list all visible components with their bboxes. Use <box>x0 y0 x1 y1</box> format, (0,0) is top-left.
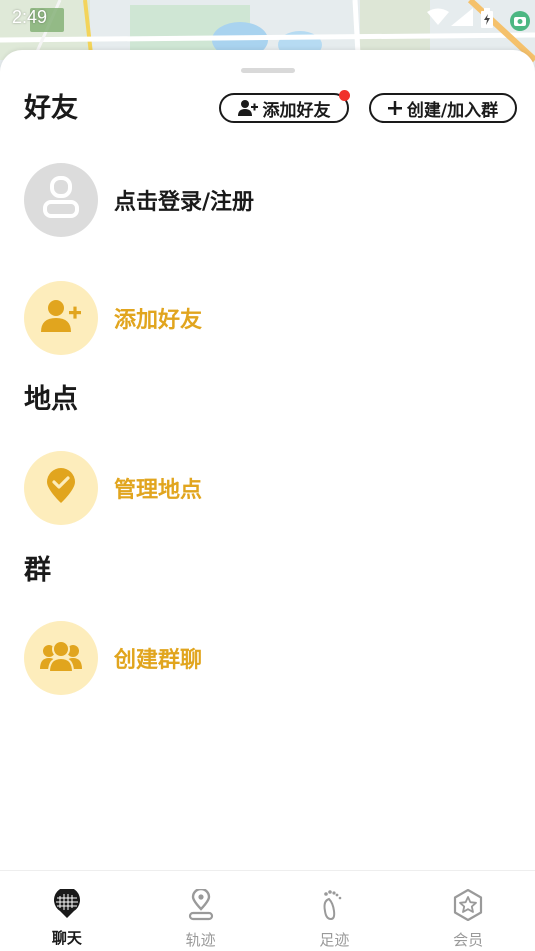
nav-label-membership: 会员 <box>453 931 484 949</box>
login-register-label: 点击登录/注册 <box>114 190 255 215</box>
nav-label-track: 轨迹 <box>185 931 216 949</box>
add-friend-button-label: 添加好友 <box>262 100 331 121</box>
drag-handle[interactable] <box>241 68 295 73</box>
add-friend-row-label: 添加好友 <box>114 308 203 333</box>
add-person-icon <box>41 299 81 337</box>
location-pin-icon <box>187 887 215 925</box>
battery-icon <box>480 8 494 32</box>
notification-dot <box>339 90 350 101</box>
nav-label-footprints: 足迹 <box>319 931 350 949</box>
camera-icon[interactable] <box>509 10 531 36</box>
create-join-group-button[interactable]: 创建/加入群 <box>369 93 517 123</box>
manage-places-row[interactable]: 管理地点 <box>24 451 202 525</box>
cellular-signal-icon <box>451 8 473 30</box>
add-friend-button[interactable]: 添加好友 <box>219 90 350 123</box>
footprints-icon <box>320 889 348 925</box>
nav-label-chat: 聊天 <box>51 929 82 947</box>
add-friend-circle <box>24 281 98 355</box>
bottom-navigation: 聊天 轨迹 足迹 会员 <box>0 870 535 951</box>
login-register-row[interactable]: 点击登录/注册 <box>24 163 254 237</box>
star-badge-icon <box>453 888 483 925</box>
manage-places-label: 管理地点 <box>114 478 203 503</box>
group-people-icon <box>40 640 82 676</box>
nav-item-footprints[interactable]: 足迹 <box>268 871 402 951</box>
add-friend-row[interactable]: 添加好友 <box>24 281 202 355</box>
places-section-title: 地点 <box>24 384 78 415</box>
nav-item-chat[interactable]: 聊天 <box>0 871 134 951</box>
nav-item-membership[interactable]: 会员 <box>401 871 535 951</box>
groups-section-title: 群 <box>24 555 51 586</box>
create-join-group-button-label: 创建/加入群 <box>406 100 499 121</box>
add-person-icon <box>237 99 258 117</box>
create-group-chat-label: 创建群聊 <box>114 648 203 673</box>
chat-pin-icon <box>53 887 81 923</box>
manage-places-circle <box>24 451 98 525</box>
friends-section-title: 好友 <box>24 93 78 124</box>
status-time: 2:49 <box>12 7 48 27</box>
nav-item-track[interactable]: 轨迹 <box>134 871 268 951</box>
location-check-icon <box>45 468 77 508</box>
wifi-icon <box>427 8 449 30</box>
screen: 2:49 好友 添加好友 创建/加入群 点击登录/注册 添加好友 地点 管理地点… <box>0 0 535 951</box>
friends-sheet: 好友 添加好友 创建/加入群 点击登录/注册 添加好友 地点 管理地点 群 创建… <box>0 50 535 871</box>
create-group-chat-row[interactable]: 创建群聊 <box>24 621 202 695</box>
create-group-circle <box>24 621 98 695</box>
default-avatar <box>24 163 98 237</box>
plus-icon <box>387 101 402 115</box>
user-silhouette-icon <box>41 176 81 224</box>
status-bar: 2:49 <box>0 0 535 34</box>
